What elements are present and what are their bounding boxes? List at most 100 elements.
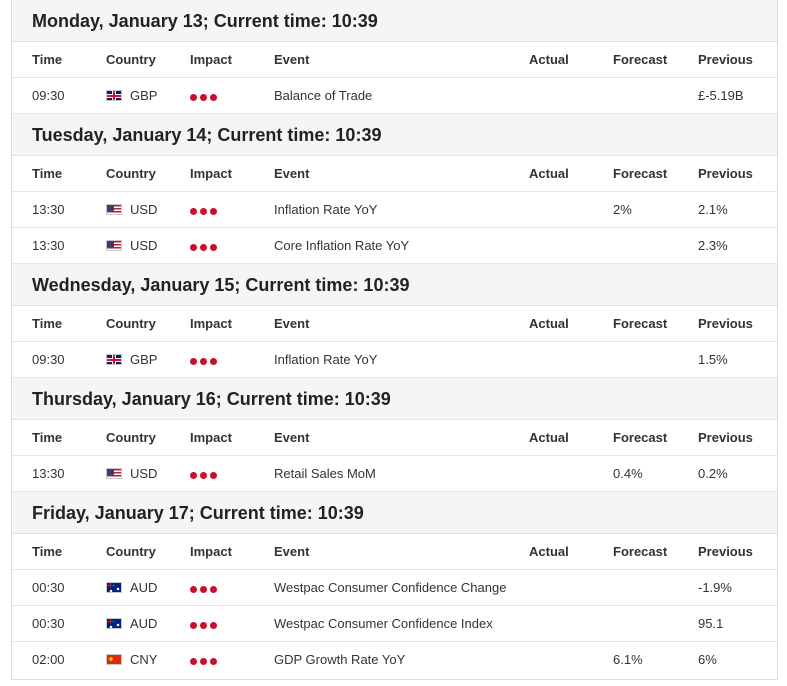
event-row[interactable]: 09:30 GBP Inflation Rate YoY 1.5% (12, 342, 777, 378)
impact-dot-icon (190, 358, 197, 366)
country-code: USD (130, 202, 158, 217)
event-row[interactable]: 13:30 USD Core Inflation Rate YoY 2.3% (12, 228, 777, 264)
day-section: Wednesday, January 15; Current time: 10:… (12, 264, 777, 378)
cny-flag-icon (106, 654, 122, 665)
event-time: 09:30 (32, 352, 65, 367)
column-header-actual: Actual (529, 166, 569, 181)
country-code: AUD (130, 580, 158, 595)
column-header-country: Country (106, 52, 156, 67)
event-row[interactable]: 00:30 AUD Westpac Consumer Confidence Inde… (12, 606, 777, 642)
event-previous: 2.3% (698, 238, 728, 253)
event-impact (190, 228, 220, 263)
column-header-previous: Previous (698, 166, 753, 181)
event-row[interactable]: 02:00 CNY GDP Growth Rate YoY 6.1% 6% (12, 642, 777, 678)
event-impact (190, 642, 220, 677)
event-country: GBP (106, 342, 157, 377)
event-name: Westpac Consumer Confidence Index (274, 616, 493, 631)
event-name: Retail Sales MoM (274, 466, 376, 481)
day-title: Tuesday, January 14; Current time: 10:39 (12, 114, 777, 156)
day-section: Tuesday, January 14; Current time: 10:39… (12, 114, 777, 264)
event-name: Core Inflation Rate YoY (274, 238, 410, 253)
country-code: AUD (130, 616, 158, 631)
event-time: 13:30 (32, 238, 65, 253)
impact-dot-icon (200, 586, 207, 594)
column-header-impact: Impact (190, 544, 232, 559)
event-forecast: 6.1% (613, 652, 643, 667)
impact-level-indicator (190, 79, 220, 114)
column-header-impact: Impact (190, 316, 232, 331)
column-header-row: Time Country Impact Event Actual Forecast Prev… (12, 156, 777, 192)
impact-dot-icon (190, 94, 197, 102)
country-code: USD (130, 238, 158, 253)
column-header-country: Country (106, 430, 156, 445)
day-title: Wednesday, January 15; Current time: 10:… (12, 264, 777, 306)
event-name: Inflation Rate YoY (274, 352, 378, 367)
column-header-country: Country (106, 316, 156, 331)
impact-level-indicator (190, 229, 220, 264)
column-header-row: Time Country Impact Event Actual Forecast Prev… (12, 306, 777, 342)
event-country: USD (106, 456, 157, 491)
column-header-actual: Actual (529, 52, 569, 67)
country-code: USD (130, 466, 158, 481)
column-header-time: Time (32, 316, 63, 331)
usd-flag-icon (106, 240, 122, 251)
impact-dot-icon (190, 208, 197, 216)
impact-dot-icon (190, 586, 197, 594)
column-header-event: Event (274, 544, 310, 559)
event-row[interactable]: 13:30 USD Retail Sales MoM 0.4% 0.2% (12, 456, 777, 492)
impact-dot-icon (190, 244, 197, 252)
event-country: USD (106, 228, 157, 263)
event-row[interactable]: 00:30 AUD Westpac Consumer Confidence Chan… (12, 570, 777, 606)
column-header-row: Time Country Impact Event Actual Forecast Prev… (12, 42, 777, 78)
impact-level-indicator (190, 193, 220, 228)
column-header-forecast: Forecast (613, 544, 668, 559)
event-previous: 1.5% (698, 352, 728, 367)
column-header-actual: Actual (529, 430, 569, 445)
day-section: Monday, January 13; Current time: 10:39 T… (12, 0, 777, 114)
impact-dot-icon (190, 658, 197, 666)
column-header-event: Event (274, 430, 310, 445)
impact-dot-icon (200, 658, 207, 666)
column-header-time: Time (32, 52, 63, 67)
column-header-event: Event (274, 52, 310, 67)
impact-level-indicator (190, 643, 220, 678)
day-title: Friday, January 17; Current time: 10:39 (12, 492, 777, 534)
column-header-row: Time Country Impact Event Actual Forecast Prev… (12, 420, 777, 456)
column-header-impact: Impact (190, 52, 232, 67)
impact-dot-icon (210, 472, 217, 480)
event-row[interactable]: 09:30 GBP Balance of Trade £-5.19B (12, 78, 777, 114)
column-header-forecast: Forecast (613, 166, 668, 181)
impact-dot-icon (200, 244, 207, 252)
column-header-actual: Actual (529, 316, 569, 331)
column-header-previous: Previous (698, 544, 753, 559)
event-forecast: 0.4% (613, 466, 643, 481)
event-forecast: 2% (613, 202, 632, 217)
aud-flag-icon (106, 582, 122, 593)
impact-dot-icon (200, 94, 207, 102)
event-name: Balance of Trade (274, 88, 373, 103)
gbp-flag-icon (106, 90, 122, 101)
column-header-forecast: Forecast (613, 430, 668, 445)
column-header-time: Time (32, 544, 63, 559)
column-header-previous: Previous (698, 316, 753, 331)
event-row[interactable]: 13:30 USD Inflation Rate YoY 2% 2.1% (12, 192, 777, 228)
day-title: Monday, January 13; Current time: 10:39 (12, 0, 777, 42)
event-impact (190, 606, 220, 641)
event-time: 00:30 (32, 580, 65, 595)
column-header-actual: Actual (529, 544, 569, 559)
impact-level-indicator (190, 343, 220, 378)
column-header-event: Event (274, 316, 310, 331)
usd-flag-icon (106, 204, 122, 215)
event-name: GDP Growth Rate YoY (274, 652, 406, 667)
event-time: 13:30 (32, 202, 65, 217)
impact-dot-icon (210, 622, 217, 630)
day-section: Thursday, January 16; Current time: 10:3… (12, 378, 777, 492)
usd-flag-icon (106, 468, 122, 479)
impact-dot-icon (200, 472, 207, 480)
column-header-time: Time (32, 430, 63, 445)
event-impact (190, 192, 220, 227)
column-header-country: Country (106, 166, 156, 181)
event-previous: -1.9% (698, 580, 732, 595)
event-country: GBP (106, 78, 157, 113)
event-previous: 2.1% (698, 202, 728, 217)
